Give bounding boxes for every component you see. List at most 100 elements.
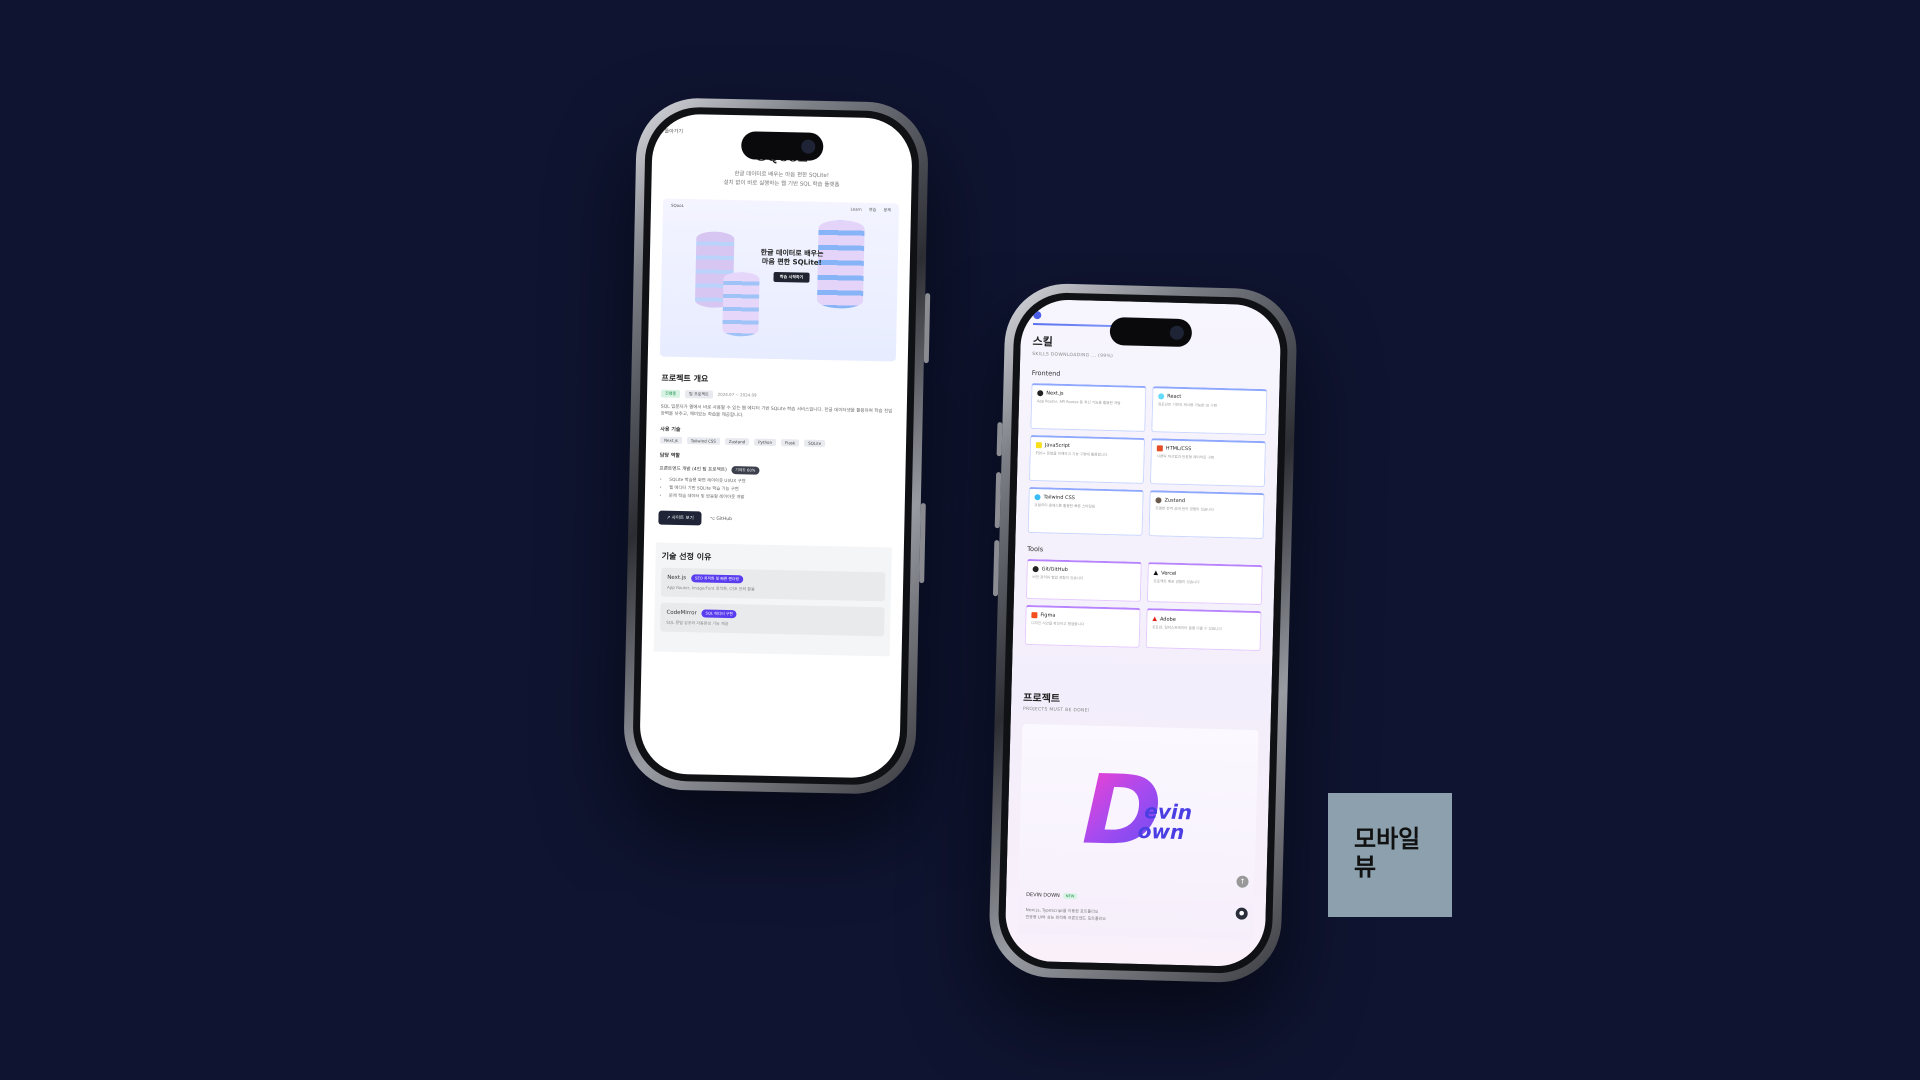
skill-name: React: [1167, 393, 1182, 400]
tech-reason-heading: 기술 선정 이유: [661, 552, 712, 563]
nextjs-icon: [1037, 390, 1044, 397]
skill-desc: 프로젝트 배포 경험이 있습니다: [1153, 579, 1200, 585]
skill-name: Figma: [1040, 612, 1056, 619]
phone-right: 스킬 SKILLS DOWNLOADING ... (99%) Frontend…: [987, 282, 1299, 984]
overview-heading: 프로젝트 개요: [661, 373, 709, 384]
skill-name: Tailwind CSS: [1043, 494, 1075, 502]
project-links: ↗ 사이트 보기 ⌥ GitHub: [658, 510, 890, 530]
skill-desc: 포토샵, 일러스트레이터 등을 다룰 수 있습니다: [1152, 625, 1222, 632]
dynamic-island: [1109, 317, 1193, 348]
new-badge: NEW: [1062, 892, 1078, 900]
side-button: [919, 503, 926, 584]
side-button: [992, 540, 1000, 597]
side-button: [994, 472, 1002, 529]
stack-tags: Next.js Tailwind CSS Zustand Python Flas…: [660, 436, 892, 449]
tech-badge: SQL 에디터 구현: [701, 609, 737, 619]
skill-desc: 간결한 전역 상태 관리 경험이 있습니다: [1155, 506, 1214, 512]
phone-left: 돌아가기 SQooL 한글 데이터로 배우는 마음 편한 SQLite! 설치 …: [622, 97, 931, 795]
phone-bezel: 스킬 SKILLS DOWNLOADING ... (99%) Frontend…: [997, 291, 1289, 975]
github-icon: [1032, 566, 1039, 573]
chat-icon[interactable]: ●: [1235, 907, 1248, 920]
hero-headline: 한글 데이터로 배우는 마음 편한 SQLite! 학습 시작하기: [749, 248, 834, 283]
react-icon: [1158, 393, 1165, 400]
tech-desc: App Router, Image/Font 최적화, CSR 전략 활용: [666, 585, 755, 593]
skill-card[interactable]: Next.js App Router, API Routes 등 최신 기능을 …: [1030, 382, 1147, 432]
stack-tag: Python: [754, 438, 777, 446]
side-button: [923, 293, 931, 364]
vercel-icon: ▲: [1153, 569, 1159, 577]
skill-desc: 유틸리티 클래스를 활용한 빠른 스타일링: [1034, 503, 1096, 509]
skill-card[interactable]: JavaScript ES6+ 문법을 이해하고 기능 구현에 활용합니다: [1028, 434, 1146, 484]
skill-card[interactable]: ▲ Vercel 프로젝트 배포 경험이 있습니다: [1146, 562, 1263, 606]
tools-label: Tools: [1027, 544, 1044, 554]
role-list: SQLite 학습용 화면 레이아웃 UI/UX 구현 웹 에디터 기반 SQL…: [669, 477, 891, 506]
adobe-icon: ▲: [1152, 615, 1158, 623]
tech-badge: SEO 최적화 및 빠른 렌더링: [690, 574, 744, 584]
stack-tag: Tailwind CSS: [686, 437, 720, 445]
label-line: 모바일: [1354, 825, 1421, 853]
mobile-view-label: 모바일 뷰: [1328, 793, 1452, 917]
logo-text: own: [1137, 818, 1185, 845]
role-heading: 담당 역할: [659, 452, 680, 459]
contribution-badge: 기여도 60%: [731, 466, 760, 475]
hero-nav-link[interactable]: Learn: [850, 206, 861, 211]
skill-card[interactable]: React 컴포넌트 기반의 재사용 가능한 UI 구현: [1151, 386, 1268, 436]
hero-nav-link[interactable]: 연습: [869, 206, 876, 211]
tech-name: Next.js: [667, 575, 687, 582]
project-card[interactable]: D evin own DEVIN DOWN NEW Next.js, TypeSc…: [1017, 723, 1259, 940]
skill-name: Adobe: [1159, 615, 1176, 623]
dynamic-island: [740, 131, 824, 161]
skill-desc: App Router, API Routes 등 최신 기능을 활용한 개발: [1036, 399, 1121, 406]
logo-icon[interactable]: [1033, 311, 1042, 320]
zustand-icon: [1155, 497, 1162, 504]
skill-desc: ES6+ 문법을 이해하고 기능 구현에 활용합니다: [1035, 451, 1108, 458]
frontend-label: Frontend: [1031, 369, 1061, 378]
phone-bezel: 돌아가기 SQooL 한글 데이터로 배우는 마음 편한 SQLite! 설치 …: [631, 106, 921, 786]
tech-name: CodeMirror: [666, 610, 697, 617]
type-badge: 팀 프로젝트: [684, 389, 713, 399]
hero-cta-button[interactable]: 학습 시작하기: [773, 272, 810, 283]
tailwind-icon: [1034, 494, 1041, 501]
app-subtitle: 한글 데이터로 배우는 마음 편한 SQLite! 설치 없이 바로 실행하는 …: [663, 169, 899, 192]
skill-desc: 버전 관리와 협업 경험이 있습니다: [1032, 575, 1084, 581]
frontend-grid: Next.js App Router, API Routes 등 최신 기능을 …: [1027, 382, 1268, 540]
stack-tag: Zustand: [724, 437, 750, 446]
devin-down-logo: D evin own: [1081, 753, 1192, 867]
github-button[interactable]: ⌥ GitHub: [710, 517, 732, 522]
scroll-top-icon[interactable]: ↑: [1236, 875, 1249, 888]
project-name-text: DEVIN DOWN: [1026, 892, 1060, 899]
view-site-button[interactable]: ↗ 사이트 보기: [658, 510, 702, 526]
skill-card[interactable]: Git/GitHub 버전 관리와 협업 경험이 있습니다: [1025, 558, 1142, 602]
overview-section: 프로젝트 개요 진행중 팀 프로젝트 2024.07 ~ 2024.09 SQL…: [656, 366, 896, 536]
skill-card[interactable]: Figma 디자인 시안을 확인하고 협업합니다: [1024, 604, 1141, 648]
skill-card[interactable]: Tailwind CSS 유틸리티 클래스를 활용한 빠른 스타일링: [1027, 486, 1144, 536]
tech-desc: SQL 문법 강조와 자동완성 기능 제공: [666, 620, 729, 627]
project-desc-line: 반응형 UI와 성능 최적화 프론트엔드 포트폴리오: [1025, 913, 1106, 921]
project-name: DEVIN DOWN NEW: [1026, 892, 1078, 900]
project-period: 2024.07 ~ 2024.09: [717, 391, 757, 398]
label-line: 뷰: [1354, 853, 1377, 882]
phone-screen-project-detail: 돌아가기 SQooL 한글 데이터로 배우는 마음 편한 SQLite! 설치 …: [639, 113, 913, 779]
skill-name: Vercel: [1161, 569, 1177, 577]
tech-reason-section: 기술 선정 이유 Next.js SEO 최적화 및 빠른 렌더링 App Ro…: [653, 542, 892, 657]
stack-tag: Flask: [780, 439, 800, 447]
skill-name: Git/GitHub: [1041, 566, 1068, 574]
stack-tag: SQLite: [804, 439, 826, 447]
hero-headline-line: 마음 편한 SQLite!: [761, 258, 822, 268]
role-title-text: 프론트엔드 개발 (4인 팀 프로젝트): [659, 466, 727, 473]
figma-icon: [1031, 612, 1038, 619]
skill-card[interactable]: Zustand 간결한 전역 상태 관리 경험이 있습니다: [1148, 490, 1265, 540]
skill-card[interactable]: HTML/CSS 시맨틱 마크업과 반응형 레이아웃 구현: [1149, 438, 1267, 488]
skill-name: JavaScript: [1044, 442, 1071, 450]
skill-desc: 시맨틱 마크업과 반응형 레이아웃 구현: [1156, 454, 1215, 460]
project-desc: Next.js, TypeScript를 이용한 포트폴리오 반응형 UI와 성…: [1025, 907, 1106, 922]
hero-nav-link[interactable]: 문제: [884, 207, 891, 212]
stack-tag: Next.js: [660, 436, 682, 444]
skill-name: Zustand: [1164, 497, 1186, 505]
side-button: [996, 422, 1003, 457]
stack-heading: 사용 기술: [660, 426, 681, 433]
hero-nav: SQooL Learn 연습 문제: [663, 198, 899, 217]
skill-card[interactable]: ▲ Adobe 포토샵, 일러스트레이터 등을 다룰 수 있습니다: [1145, 608, 1262, 652]
hero-screenshot: SQooL Learn 연습 문제 한글 데이터로 배우는 마음 편한 SQLi…: [659, 198, 900, 362]
htmlcss-icon: [1156, 445, 1163, 452]
